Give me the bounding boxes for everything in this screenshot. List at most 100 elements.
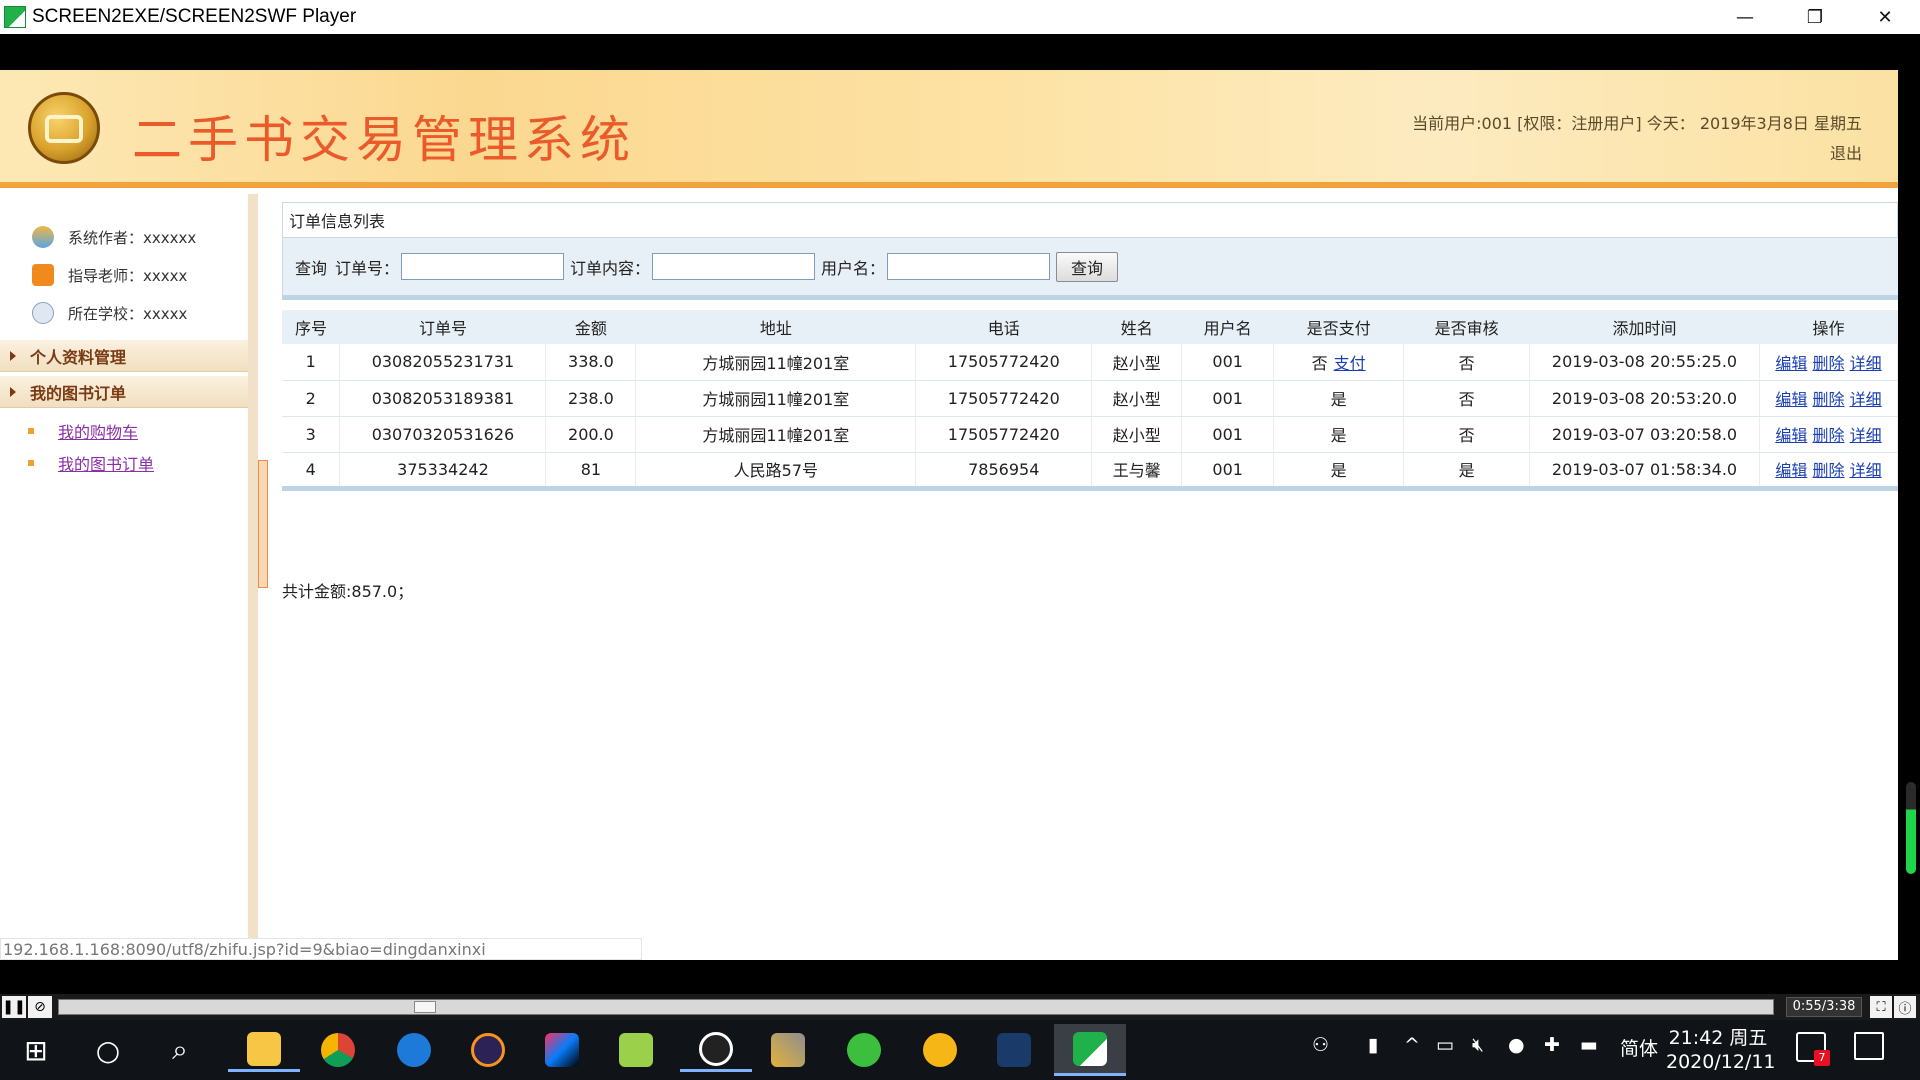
- browser-green-icon[interactable]: [828, 1028, 900, 1072]
- cell-username: 001: [1181, 416, 1275, 453]
- ime-indicator[interactable]: 简体: [1620, 1034, 1658, 1061]
- col-header: 操作: [1759, 310, 1898, 344]
- intellij-icon[interactable]: [526, 1028, 598, 1072]
- chevron-up-icon[interactable]: ^: [1404, 1034, 1420, 1056]
- col-header: 序号: [282, 310, 340, 344]
- cell-no: 1: [282, 344, 341, 381]
- action-center-icon[interactable]: [1854, 1032, 1884, 1060]
- cell-time: 2019-03-08 20:53:20.0: [1529, 380, 1760, 417]
- logout-link[interactable]: 退出: [1830, 140, 1862, 164]
- cell-username: 001: [1181, 344, 1275, 381]
- battery-icon[interactable]: ▬: [1580, 1034, 1598, 1056]
- cell-phone: 17505772420: [915, 416, 1093, 453]
- cell-no: 4: [282, 452, 341, 491]
- cortana-icon[interactable]: ○: [72, 1028, 144, 1072]
- submenu-label[interactable]: 我的购物车: [58, 419, 138, 443]
- menu-my-book-orders[interactable]: 我的图书订单: [0, 376, 248, 408]
- menu-arrow-icon: [10, 350, 16, 361]
- windows-start-icon[interactable]: ⊞: [0, 1028, 72, 1072]
- volume-slider[interactable]: [1906, 782, 1916, 874]
- edit-link[interactable]: 编辑: [1775, 461, 1807, 480]
- table-row: 4 375334242 81 人民路57号 7856954 王与馨 001 是 …: [282, 452, 1899, 491]
- cell-order-no: 375334242: [339, 452, 547, 491]
- detail-link[interactable]: 详细: [1850, 426, 1882, 445]
- edit-link[interactable]: 编辑: [1775, 354, 1807, 373]
- battery-app-icon[interactable]: ▮: [1368, 1034, 1378, 1056]
- col-header: 添加时间: [1529, 310, 1760, 344]
- order-no-label: 订单号：: [335, 258, 400, 278]
- eclipse-icon[interactable]: [452, 1028, 524, 1072]
- school-icon: [32, 302, 54, 324]
- cell-name: 赵小型: [1091, 344, 1183, 381]
- sidebar-collapse-handle[interactable]: [258, 460, 268, 588]
- system-clock[interactable]: 21:42 周五 2020/12/11: [1666, 1026, 1776, 1074]
- cell-address: 方城丽园11幢201室: [635, 344, 917, 381]
- panel-title: 订单信息列表: [282, 202, 1898, 238]
- clock-time: 21:42 周五: [1668, 1027, 1768, 1049]
- pay-link[interactable]: 支付: [1334, 354, 1366, 373]
- cell-actions: 编辑 删除 详细: [1759, 380, 1899, 417]
- search-button[interactable]: 查询: [1056, 251, 1119, 282]
- detail-link[interactable]: 详细: [1850, 461, 1882, 480]
- cell-time: 2019-03-07 03:20:58.0: [1529, 416, 1760, 453]
- file-explorer-icon[interactable]: [228, 1028, 300, 1072]
- menu-arrow-icon: [10, 386, 16, 397]
- delete-link[interactable]: 删除: [1812, 426, 1844, 445]
- cell-actions: 编辑 删除 详细: [1759, 344, 1899, 381]
- close-button[interactable]: ✕: [1850, 0, 1920, 34]
- submenu-my-orders[interactable]: 我的图书订单: [28, 450, 154, 476]
- status-url: 192.168.1.168:8090/utf8/zhifu.jsp?id=9&b…: [0, 938, 642, 960]
- volume-muted-icon[interactable]: 🔇︎: [1472, 1034, 1484, 1056]
- qq-icon[interactable]: [680, 1028, 752, 1072]
- notepad-icon[interactable]: [600, 1028, 672, 1072]
- edge-icon[interactable]: [378, 1028, 450, 1072]
- restore-button[interactable]: ❐: [1780, 0, 1850, 34]
- qq-tray-icon[interactable]: ●: [1508, 1034, 1525, 1056]
- username-input[interactable]: [887, 253, 1051, 280]
- submenu-label[interactable]: 我的图书订单: [58, 451, 154, 475]
- detail-link[interactable]: 详细: [1850, 390, 1882, 409]
- submenu-shopping-cart[interactable]: 我的购物车: [28, 418, 138, 444]
- order-content-label: 订单内容：: [570, 258, 651, 278]
- notification-count: 7: [1814, 1050, 1830, 1066]
- stop-button[interactable]: ⊘: [28, 996, 52, 1018]
- tools-icon[interactable]: [752, 1028, 824, 1072]
- seek-bar[interactable]: [58, 999, 1774, 1015]
- order-content-input[interactable]: [652, 253, 816, 280]
- edit-link[interactable]: 编辑: [1775, 426, 1807, 445]
- display-icon[interactable]: ▭: [1436, 1034, 1454, 1056]
- search-zoom-icon[interactable]: ⌕: [144, 1028, 216, 1072]
- menu-label: 我的图书订单: [30, 383, 127, 403]
- people-icon[interactable]: ⚇: [1312, 1034, 1329, 1056]
- notification-icon[interactable]: 7: [1796, 1032, 1830, 1066]
- edit-link[interactable]: 编辑: [1775, 390, 1807, 409]
- security-tray-icon[interactable]: ✚: [1544, 1034, 1560, 1056]
- delete-link[interactable]: 删除: [1812, 354, 1844, 373]
- sidebar-info-school: 所在学校：xxxxx: [32, 298, 187, 328]
- cell-order-no: 03070320531626: [339, 416, 547, 453]
- cell-amount: 81: [545, 452, 637, 491]
- bullet-icon: [28, 460, 34, 466]
- table-header-row: 序号 订单号 金额 地址 电话 姓名 用户名 是否支付 是否审核 添加时间 操作: [282, 310, 1898, 344]
- cell-name: 赵小型: [1091, 416, 1183, 453]
- detail-link[interactable]: 详细: [1850, 354, 1882, 373]
- cell-no: 3: [282, 416, 341, 453]
- menu-profile-management[interactable]: 个人资料管理: [0, 340, 248, 372]
- col-header: 姓名: [1091, 310, 1182, 344]
- cell-order-no: 03082053189381: [339, 380, 547, 417]
- link-icon[interactable]: [978, 1028, 1050, 1072]
- pause-button[interactable]: ❚❚: [2, 996, 26, 1018]
- seek-thumb[interactable]: [414, 1001, 437, 1013]
- delete-link[interactable]: 删除: [1812, 461, 1844, 480]
- minimize-button[interactable]: —: [1710, 0, 1780, 34]
- info-icon[interactable]: ⓘ: [1894, 996, 1916, 1018]
- total-amount: 共计金额:857.0；: [282, 582, 414, 601]
- delete-link[interactable]: 删除: [1812, 390, 1844, 409]
- fullscreen-icon[interactable]: ⛶: [1870, 996, 1892, 1018]
- order-no-input[interactable]: [401, 253, 565, 280]
- cell-reviewed: 是: [1403, 452, 1531, 491]
- playback-time: 0:55/3:38: [1786, 997, 1862, 1017]
- screen2exe-icon[interactable]: [1054, 1024, 1126, 1076]
- chrome-icon[interactable]: [302, 1028, 374, 1072]
- sunflower-icon[interactable]: [904, 1028, 976, 1072]
